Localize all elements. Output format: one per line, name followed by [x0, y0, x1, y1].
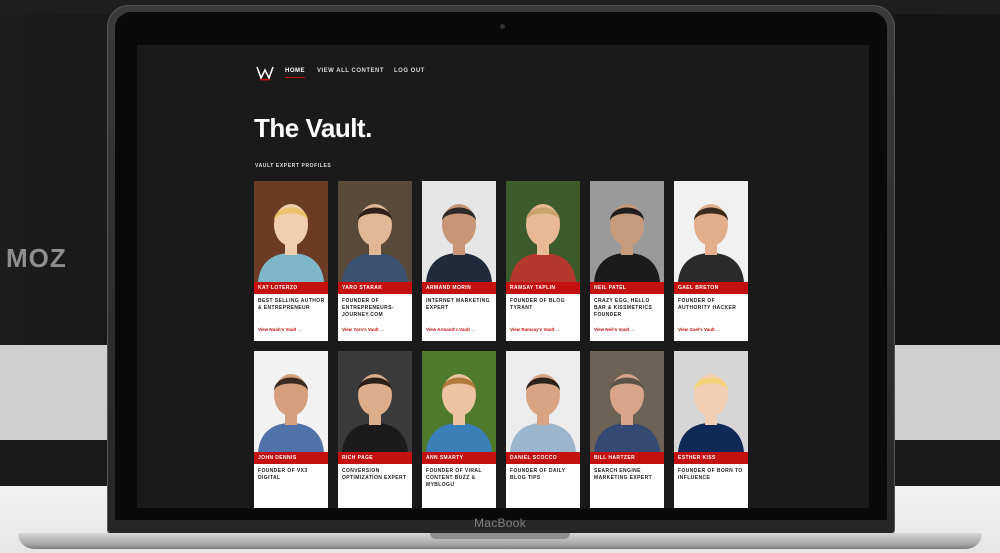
profile-card[interactable]: JOHN DENNIS FOUNDER OF VX3 DIGITAL	[254, 351, 328, 508]
profile-name: BILL HARTZER	[590, 452, 664, 464]
profile-card[interactable]: RICH PAGE CONVERSION OPTIMIZATION EXPERT	[338, 351, 412, 508]
view-vault-link[interactable]: View Armand's Vault →	[426, 327, 476, 332]
profile-photo	[254, 181, 328, 282]
profile-description: CONVERSION OPTIMIZATION EXPERT	[342, 468, 407, 481]
profile-name: KAT LOTERZO	[254, 282, 328, 294]
view-vault-link[interactable]: View Noah's Vault →	[258, 327, 302, 332]
laptop-notch	[430, 533, 570, 539]
profile-card[interactable]: GAEL BRETON FOUNDER OF AUTHORITY HACKER Vi…	[674, 181, 748, 341]
profile-name: ESTHER KISS	[674, 452, 748, 464]
profile-name: JOHN DENNIS	[254, 452, 328, 464]
profile-photo	[506, 181, 580, 282]
profile-description: FOUNDER OF ENTREPRENEURS-JOURNEY.COM	[342, 298, 394, 318]
profile-card[interactable]: DANIEL SCOCCO FOUNDER OF DAILY BLOG TIPS	[506, 351, 580, 508]
profile-name: YARO STARAK	[338, 282, 412, 294]
profile-photo	[422, 351, 496, 452]
profile-description: FOUNDER OF BLOG TYRANT	[510, 298, 565, 311]
profile-photo	[506, 351, 580, 452]
view-vault-link[interactable]: View Ramsay's Vault →	[510, 327, 560, 332]
section-label: VAULT EXPERT PROFILES	[255, 163, 332, 169]
profile-description: FOUNDER OF VX3 DIGITAL	[258, 468, 308, 481]
profile-name: DANIEL SCOCCO	[506, 452, 580, 464]
profile-description: INTERNET MARKETING EXPERT	[426, 298, 490, 311]
profile-photo	[674, 351, 748, 452]
profile-photo	[590, 351, 664, 452]
profile-card[interactable]: RAMSAY TAPLIN FOUNDER OF BLOG TYRANT View …	[506, 181, 580, 341]
profile-description: FOUNDER OF DAILY BLOG TIPS	[510, 468, 566, 481]
profile-card[interactable]: KAT LOTERZO BEST SELLING AUTHOR & ENTREPR…	[254, 181, 328, 341]
profile-card[interactable]: ANN SMARTY FOUNDER OF VIRAL CONTENT BUZZ …	[422, 351, 496, 508]
profile-description: FOUNDER OF AUTHORITY HACKER	[678, 298, 737, 311]
view-vault-link[interactable]: View Gael's Vault →	[678, 327, 721, 332]
profile-photo	[254, 351, 328, 452]
profile-description: BEST SELLING AUTHOR & ENTREPRENEUR	[258, 298, 325, 311]
profile-card[interactable]: NEIL PATEL CRAZY EGG, HELLO BAR & KISSMET…	[590, 181, 664, 341]
nav-view-all-content[interactable]: VIEW ALL CONTENT	[317, 68, 384, 74]
profile-name: NEIL PATEL	[590, 282, 664, 294]
profile-photo	[338, 351, 412, 452]
view-vault-link[interactable]: View Neil's Vault →	[594, 327, 635, 332]
profile-photo	[674, 181, 748, 282]
nav-home[interactable]: HOME	[285, 68, 305, 78]
camera-icon	[500, 24, 505, 29]
profile-description: FOUNDER OF VIRAL CONTENT BUZZ & MYBLOGU	[426, 468, 482, 488]
profile-photo	[422, 181, 496, 282]
nav-log-out[interactable]: LOG OUT	[394, 68, 425, 74]
profile-description: CRAZY EGG, HELLO BAR & KISSMETRICS FOUND…	[594, 298, 653, 318]
profile-name: RICH PAGE	[338, 452, 412, 464]
profile-name: GAEL BRETON	[674, 282, 748, 294]
profile-name: ARMAND MORIN	[422, 282, 496, 294]
profile-photo	[590, 181, 664, 282]
laptop-screen: HOME VIEW ALL CONTENT LOG OUT The Vault.…	[137, 45, 869, 508]
profile-card[interactable]: ARMAND MORIN INTERNET MARKETING EXPERT Vie…	[422, 181, 496, 341]
profile-description: FOUNDER OF BORN TO INFLUENCE	[678, 468, 743, 481]
laptop-brand-label: MacBook	[473, 516, 527, 530]
profile-name: ANN SMARTY	[422, 452, 496, 464]
view-vault-link[interactable]: View Yaro's Vault →	[342, 327, 384, 332]
profile-description: SEARCH ENGINE MARKETING EXPERT	[594, 468, 653, 481]
profile-card[interactable]: ESTHER KISS FOUNDER OF BORN TO INFLUENCE	[674, 351, 748, 508]
profile-card[interactable]: BILL HARTZER SEARCH ENGINE MARKETING EXPE…	[590, 351, 664, 508]
profile-card[interactable]: YARO STARAK FOUNDER OF ENTREPRENEURS-JOUR…	[338, 181, 412, 341]
profile-name: RAMSAY TAPLIN	[506, 282, 580, 294]
profile-photo	[338, 181, 412, 282]
vault-w-logo-icon[interactable]	[255, 65, 275, 81]
page-title: The Vault.	[254, 113, 372, 143]
moz-logo: MOZ	[6, 243, 67, 273]
profile-grid: KAT LOTERZO BEST SELLING AUTHOR & ENTREPR…	[254, 181, 754, 508]
